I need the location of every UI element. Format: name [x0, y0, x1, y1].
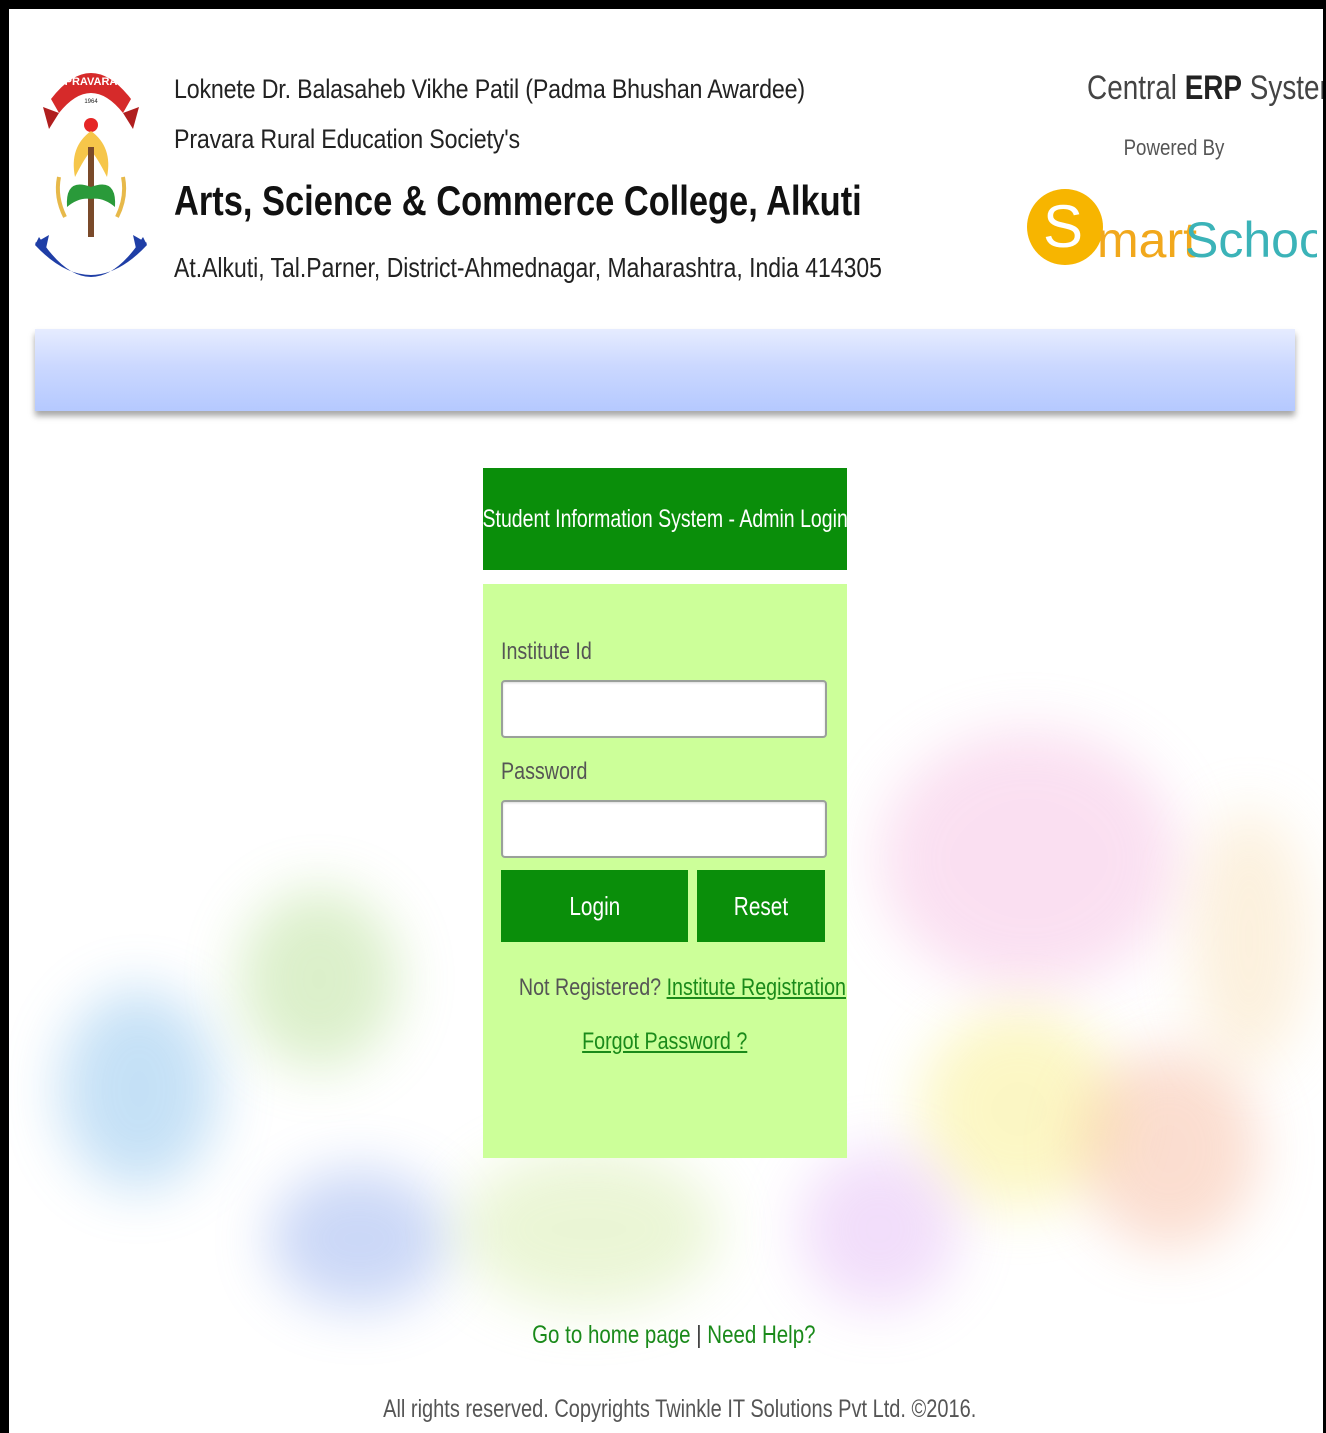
erp-suffix: System: [1249, 69, 1323, 107]
erp-bold: ERP: [1184, 69, 1243, 107]
logo-year: 1964: [84, 99, 98, 105]
institute-registration-link[interactable]: Institute Registration: [667, 974, 846, 1001]
institute-id-label: Institute Id: [501, 638, 592, 665]
smart-school-logo: S mart School: [1027, 189, 1317, 268]
need-help-link[interactable]: Need Help?: [707, 1321, 815, 1349]
login-button-label: Login: [569, 890, 620, 921]
erp-title: Central ERP System: [1059, 69, 1323, 108]
forgot-password-link[interactable]: Forgot Password ?: [582, 1028, 747, 1056]
page-frame: PRAVARA 1964 Loknete Dr. Balasaheb Vikhe…: [0, 0, 1326, 1433]
navigation-bar: [35, 329, 1295, 411]
institute-id-input[interactable]: [501, 680, 827, 738]
password-input[interactable]: [501, 800, 827, 858]
footer-links: Go to home page | Need Help?: [439, 1321, 909, 1350]
copyright-label: All rights reserved. Copyrights Twinkle …: [383, 1395, 977, 1423]
login-panel: Institute Id Password Login Reset Not Re…: [483, 584, 847, 1158]
password-label: Password: [501, 758, 588, 785]
brand-school: School: [1185, 212, 1317, 268]
brand-mart: mart: [1097, 212, 1197, 268]
registration-line: Not Registered? Institute Registration: [483, 974, 847, 1002]
forgot-password-line: Forgot Password ?: [483, 1028, 847, 1056]
footer-separator: |: [696, 1321, 702, 1349]
logo-text: PRAVARA: [65, 76, 118, 88]
pravara-logo: PRAVARA 1964: [35, 73, 147, 277]
login-title-bar: Student Information System - Admin Login: [482, 468, 848, 570]
brand-s: S: [1043, 193, 1083, 260]
erp-prefix: Central: [1087, 69, 1177, 107]
login-title: Student Information System - Admin Login: [482, 504, 848, 533]
college-address: At.Alkuti, Tal.Parner, District-Ahmednag…: [174, 252, 882, 283]
not-registered-text: Not Registered?: [518, 974, 662, 1001]
reset-button[interactable]: Reset: [697, 870, 825, 942]
reset-button-label: Reset: [733, 890, 789, 921]
college-name: Arts, Science & Commerce College, Alkuti: [174, 177, 862, 224]
society-name: Loknete Dr. Balasaheb Vikhe Patil (Padma…: [174, 74, 805, 154]
site-header: PRAVARA 1964 Loknete Dr. Balasaheb Vikhe…: [9, 9, 1323, 329]
powered-by-label: Powered By: [1123, 135, 1225, 160]
copyright-text: All rights reserved. Copyrights Twinkle …: [309, 1395, 1039, 1424]
login-button[interactable]: Login: [501, 870, 688, 942]
home-page-link[interactable]: Go to home page: [532, 1321, 690, 1349]
